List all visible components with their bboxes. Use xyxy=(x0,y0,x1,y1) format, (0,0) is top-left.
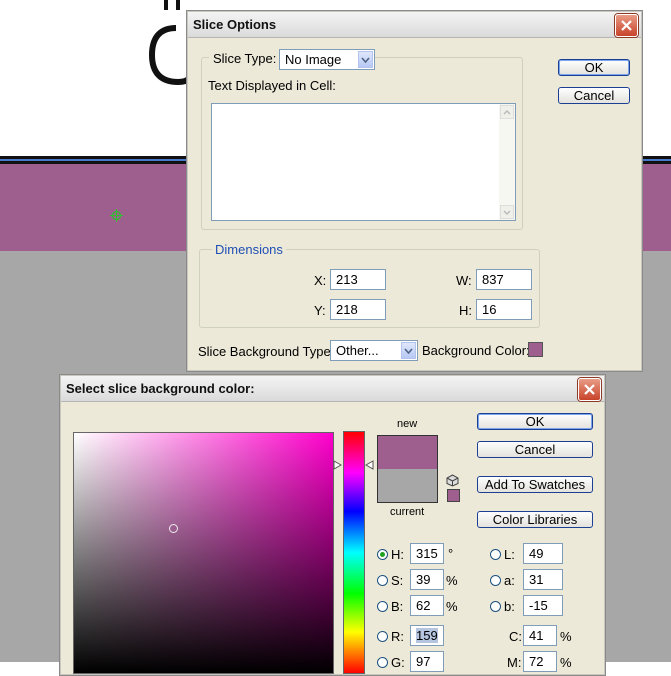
slice-type-select[interactable]: No Image xyxy=(279,49,375,70)
cyan-field[interactable]: 41 xyxy=(523,625,557,646)
brightness-unit: % xyxy=(446,599,458,614)
color-field[interactable] xyxy=(73,432,334,674)
bg-type-value: Other... xyxy=(336,343,379,358)
magenta-unit: % xyxy=(560,655,572,670)
color-field-picker[interactable] xyxy=(169,524,178,533)
radio-g[interactable] xyxy=(377,657,388,668)
h-field[interactable]: 16 xyxy=(476,299,532,320)
h-value-label: H: xyxy=(391,547,404,562)
text-cell-textarea[interactable] xyxy=(211,103,516,221)
close-icon xyxy=(621,20,632,31)
g-value-label: G: xyxy=(391,655,405,670)
color-picker-dialog: Select slice background color: new curre… xyxy=(59,374,606,676)
m-value-label: M: xyxy=(507,655,522,670)
r-value-label: R: xyxy=(391,629,404,644)
web-safe-swatch[interactable] xyxy=(447,489,460,502)
c-value-label: C: xyxy=(509,629,522,644)
radio-l[interactable] xyxy=(490,549,501,560)
radio-b-lab[interactable] xyxy=(490,601,501,612)
current-label: current xyxy=(390,506,425,518)
cyan-unit: % xyxy=(560,629,572,644)
bg-color-label: Background Color: xyxy=(422,343,530,358)
color-picker-cancel-button[interactable]: Cancel xyxy=(477,441,593,458)
slice-type-value: No Image xyxy=(285,52,342,67)
l-value-label: L: xyxy=(504,547,515,562)
red-value: 159 xyxy=(416,628,438,643)
radio-r[interactable] xyxy=(377,631,388,642)
radio-s[interactable] xyxy=(377,575,388,586)
x-label: X: xyxy=(314,273,327,288)
b-value-label: B: xyxy=(391,599,404,614)
color-libraries-button[interactable]: Color Libraries xyxy=(477,511,593,528)
saturation-field[interactable]: 39 xyxy=(410,569,444,590)
slice-options-dialog: Slice Options Slice Type: No Image Text … xyxy=(186,10,643,372)
y-label: Y: xyxy=(314,303,326,318)
x-field[interactable]: 213 xyxy=(330,269,386,290)
hue-slider[interactable] xyxy=(343,431,365,674)
b-channel-field[interactable]: -15 xyxy=(523,595,563,616)
hue-unit: ° xyxy=(448,546,454,561)
w-field[interactable]: 837 xyxy=(476,269,532,290)
chevron-up-icon xyxy=(503,109,511,114)
color-picker-close-button[interactable] xyxy=(578,378,601,401)
bg-type-select[interactable]: Other... xyxy=(330,340,418,361)
new-label: new xyxy=(397,418,418,430)
bg-color-swatch[interactable] xyxy=(528,342,543,357)
lightness-field[interactable]: 49 xyxy=(523,543,563,564)
scroll-down-button[interactable] xyxy=(500,205,514,219)
bg-type-label: Slice Background Type: xyxy=(198,344,335,359)
color-picker-title: Select slice background color: xyxy=(66,381,255,396)
crosshair-icon xyxy=(110,209,123,222)
hue-slider-left-arrow-icon[interactable] xyxy=(333,460,342,470)
text-cell-scrollbar[interactable] xyxy=(499,104,515,220)
slice-options-cancel-button[interactable]: Cancel xyxy=(558,87,630,104)
w-label: W: xyxy=(456,273,472,288)
color-picker-titlebar[interactable]: Select slice background color: xyxy=(61,376,604,402)
slice-options-titlebar[interactable]: Slice Options xyxy=(188,12,641,38)
slice-type-label: Slice Type: xyxy=(209,51,280,66)
hue-slider-right-arrow-icon[interactable] xyxy=(365,460,374,470)
a-channel-field[interactable]: 31 xyxy=(523,569,563,590)
new-color-swatch xyxy=(377,435,438,470)
b-lab-value-label: b: xyxy=(504,599,515,614)
chevron-down-icon xyxy=(358,51,373,68)
chevron-down-icon xyxy=(503,210,511,215)
current-color-swatch[interactable] xyxy=(377,469,438,503)
saturation-unit: % xyxy=(446,573,458,588)
radio-b[interactable] xyxy=(377,601,388,612)
a-value-label: a: xyxy=(504,573,515,588)
hue-field[interactable]: 315 xyxy=(410,543,444,564)
web-safe-cube-icon[interactable] xyxy=(446,474,459,487)
slice-options-ok-button[interactable]: OK xyxy=(558,59,630,76)
dimensions-label: Dimensions xyxy=(212,242,286,257)
red-field[interactable]: 159 xyxy=(410,625,444,646)
radio-a[interactable] xyxy=(490,575,501,586)
s-value-label: S: xyxy=(391,573,404,588)
close-icon xyxy=(584,384,595,395)
slice-options-title: Slice Options xyxy=(193,17,277,32)
scroll-up-button[interactable] xyxy=(500,105,514,119)
radio-h[interactable] xyxy=(377,549,388,560)
add-to-swatches-button[interactable]: Add To Swatches xyxy=(477,476,593,493)
text-cell-label: Text Displayed in Cell: xyxy=(208,78,336,93)
y-field[interactable]: 218 xyxy=(330,299,386,320)
brightness-field[interactable]: 62 xyxy=(410,595,444,616)
chevron-down-icon xyxy=(401,342,416,359)
color-picker-ok-button[interactable]: OK xyxy=(477,413,593,430)
h-label: H: xyxy=(459,303,472,318)
slice-options-close-button[interactable] xyxy=(615,14,638,37)
